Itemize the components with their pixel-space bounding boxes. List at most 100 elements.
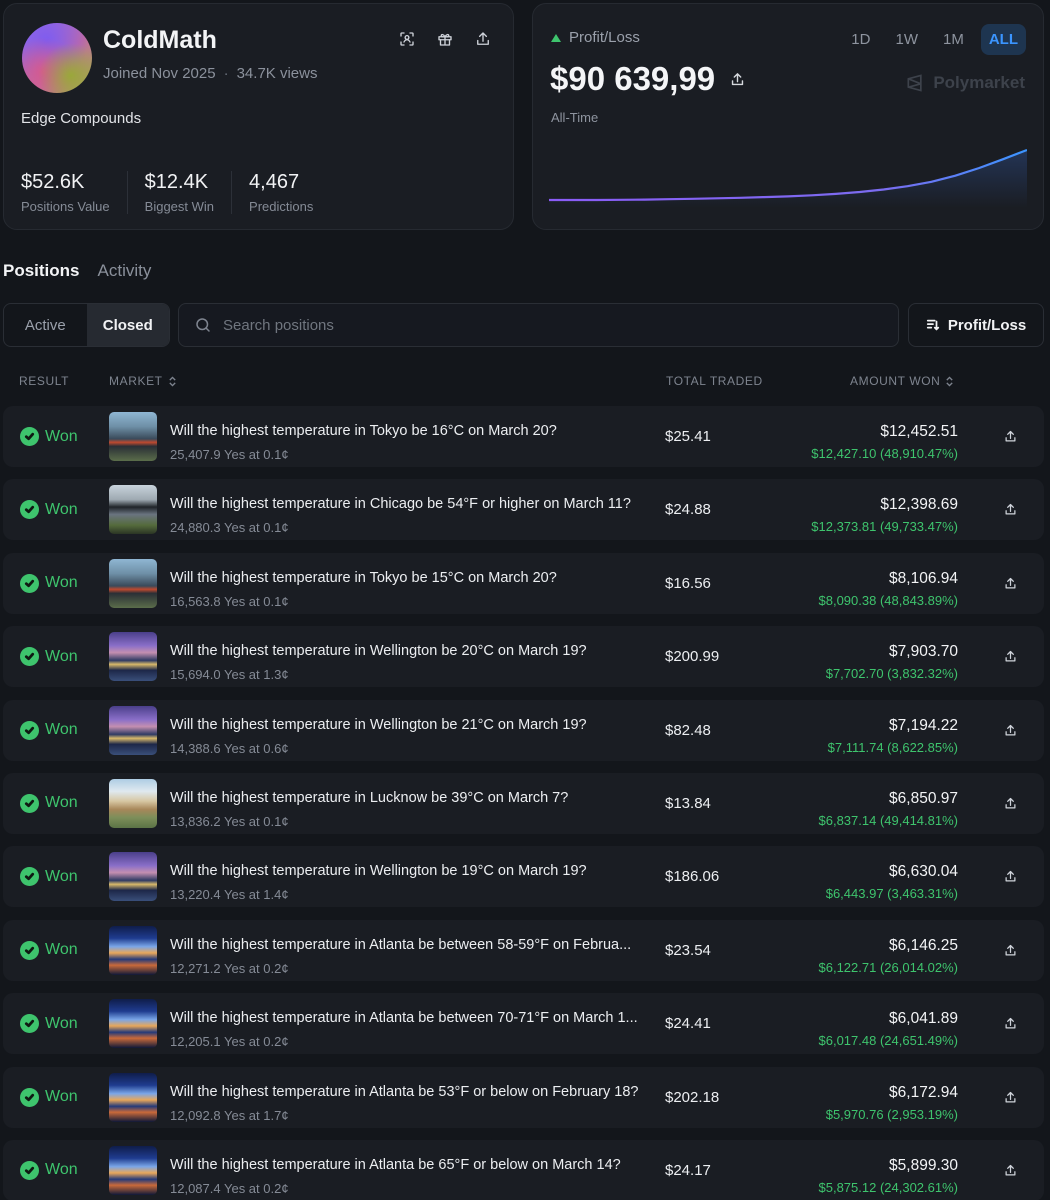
market-thumbnail: [109, 999, 157, 1049]
result-label: Won: [45, 574, 78, 592]
table-row[interactable]: Won Will the highest temperature in Atla…: [3, 993, 1044, 1055]
result-cell: Won: [20, 1140, 78, 1200]
share-icon[interactable]: [1003, 406, 1018, 467]
profit-gain: $7,702.70 (3,832.32%): [825, 666, 958, 682]
result-label: Won: [45, 721, 78, 739]
profit-loss-card: Profit/Loss 1D 1W 1M ALL $90 639,99 All-…: [532, 3, 1044, 230]
position-details: 12,205.1 Yes at 0.2¢: [170, 1034, 289, 1050]
table-row[interactable]: Won Will the highest temperature in Well…: [3, 699, 1044, 761]
stat-label: Biggest Win: [144, 199, 215, 214]
position-details: 25,407.9 Yes at 0.1¢: [170, 447, 289, 462]
result-label: Won: [45, 941, 78, 959]
market-question[interactable]: Will the highest temperature in Atlanta …: [170, 1084, 638, 1100]
sort-button[interactable]: Profit/Loss: [908, 303, 1044, 347]
filter-closed-button[interactable]: Closed: [86, 304, 169, 346]
table-row[interactable]: Won Will the highest temperature in Well…: [3, 846, 1044, 908]
polymarket-logo: Polymarket: [905, 73, 1025, 93]
market-question[interactable]: Will the highest temperature in Wellingt…: [170, 643, 587, 659]
column-amount-won[interactable]: AMOUNT WON: [850, 374, 954, 388]
share-icon[interactable]: [1003, 773, 1018, 834]
table-row[interactable]: Won Will the highest temperature in Atla…: [3, 1139, 1044, 1200]
table-row[interactable]: Won Will the highest temperature in Toky…: [3, 406, 1044, 467]
share-icon[interactable]: [1003, 479, 1018, 540]
range-tab-1d[interactable]: 1D: [843, 24, 878, 55]
total-traded: $24.88: [665, 501, 711, 519]
table-row[interactable]: Won Will the highest temperature in Toky…: [3, 552, 1044, 614]
share-icon[interactable]: [1003, 1140, 1018, 1200]
share-icon[interactable]: [1003, 553, 1018, 614]
amount-won: $6,041.89: [889, 1010, 958, 1028]
market-question[interactable]: Will the highest temperature in Tokyo be…: [170, 423, 557, 439]
column-market-label: MARKET: [109, 374, 163, 388]
table-row[interactable]: Won Will the highest temperature in Atla…: [3, 1066, 1044, 1128]
share-icon[interactable]: [473, 29, 493, 49]
stat-positions-value: $52.6K Positions Value: [21, 171, 128, 214]
separator-dot: ·: [223, 65, 229, 82]
position-details: 12,087.4 Yes at 0.2¢: [170, 1180, 289, 1196]
profile-card: ColdMath Joined Nov 2025 · 34.7K views E…: [3, 3, 514, 230]
market-question[interactable]: Will the highest temperature in Chicago …: [170, 496, 631, 512]
position-details: 15,694.0 Yes at 1.3¢: [170, 667, 289, 683]
stat-predictions: 4,467 Predictions: [249, 171, 330, 214]
market-question[interactable]: Will the highest temperature in Tokyo be…: [170, 570, 557, 586]
check-circle-icon: [20, 940, 39, 960]
table-row[interactable]: Won Will the highest temperature in Luck…: [3, 772, 1044, 834]
total-traded: $24.41: [665, 1015, 711, 1033]
scan-icon[interactable]: [397, 29, 417, 49]
market-thumbnail: [109, 1072, 157, 1122]
avatar[interactable]: [22, 23, 92, 93]
market-question[interactable]: Will the highest temperature in Atlanta …: [170, 1010, 638, 1026]
result-cell: Won: [20, 406, 78, 467]
tab-activity[interactable]: Activity: [98, 261, 152, 281]
user-meta: Joined Nov 2025 · 34.7K views: [103, 65, 317, 82]
column-result-label: RESULT: [19, 374, 70, 388]
share-icon[interactable]: [1003, 993, 1018, 1054]
table-row[interactable]: Won Will the highest temperature in Atla…: [3, 919, 1044, 981]
profit-gain: $5,970.76 (2,953.19%): [825, 1106, 958, 1122]
check-circle-icon: [20, 1014, 39, 1034]
share-icon[interactable]: [1003, 1067, 1018, 1128]
column-market[interactable]: MARKET: [109, 374, 177, 388]
amount-won: $12,398.69: [880, 496, 958, 514]
market-question[interactable]: Will the highest temperature in Wellingt…: [170, 863, 587, 879]
range-tab-1m[interactable]: 1M: [935, 24, 972, 55]
market-question[interactable]: Will the highest temperature in Lucknow …: [170, 790, 568, 806]
range-tab-1w[interactable]: 1W: [887, 24, 926, 55]
market-question[interactable]: Will the highest temperature in Atlanta …: [170, 1157, 621, 1173]
total-traded: $82.48: [665, 721, 711, 739]
check-circle-icon: [20, 573, 39, 593]
sort-toggle-icon: [946, 375, 954, 387]
check-circle-icon: [20, 720, 39, 740]
share-icon[interactable]: [729, 71, 746, 88]
search-icon: [196, 318, 210, 332]
search-input[interactable]: [223, 316, 873, 334]
share-icon[interactable]: [1003, 626, 1018, 687]
pnl-amount: $90 639,99: [550, 60, 716, 97]
amount-won: $6,172.94: [889, 1083, 958, 1101]
table-row[interactable]: Won Will the highest temperature in Chic…: [3, 479, 1044, 541]
share-icon[interactable]: [1003, 700, 1018, 761]
share-icon[interactable]: [1003, 846, 1018, 907]
total-traded: $24.17: [665, 1161, 711, 1179]
check-circle-icon: [20, 1087, 39, 1107]
total-traded: $202.18: [665, 1088, 720, 1106]
result-cell: Won: [20, 773, 78, 834]
tab-positions[interactable]: Positions: [3, 261, 80, 281]
total-traded: $13.84: [665, 794, 711, 812]
profile-bio: Edge Compounds: [21, 110, 142, 127]
share-icon[interactable]: [1003, 920, 1018, 981]
pnl-value: $90 639,99: [550, 60, 746, 98]
market-question[interactable]: Will the highest temperature in Atlanta …: [170, 937, 631, 953]
range-tab-all[interactable]: ALL: [980, 24, 1026, 55]
table-row[interactable]: Won Will the highest temperature in Well…: [3, 626, 1044, 688]
filter-active-button[interactable]: Active: [4, 304, 87, 346]
stat-value: $52.6K: [21, 171, 85, 193]
market-thumbnail: [109, 925, 157, 975]
result-cell: Won: [20, 920, 78, 981]
total-traded: $16.56: [665, 574, 711, 592]
result-cell: Won: [20, 700, 78, 761]
position-details: 16,563.8 Yes at 0.1¢: [170, 593, 289, 609]
position-details: 12,092.8 Yes at 1.7¢: [170, 1107, 289, 1123]
gift-icon[interactable]: [435, 29, 455, 49]
market-question[interactable]: Will the highest temperature in Wellingt…: [170, 717, 587, 733]
